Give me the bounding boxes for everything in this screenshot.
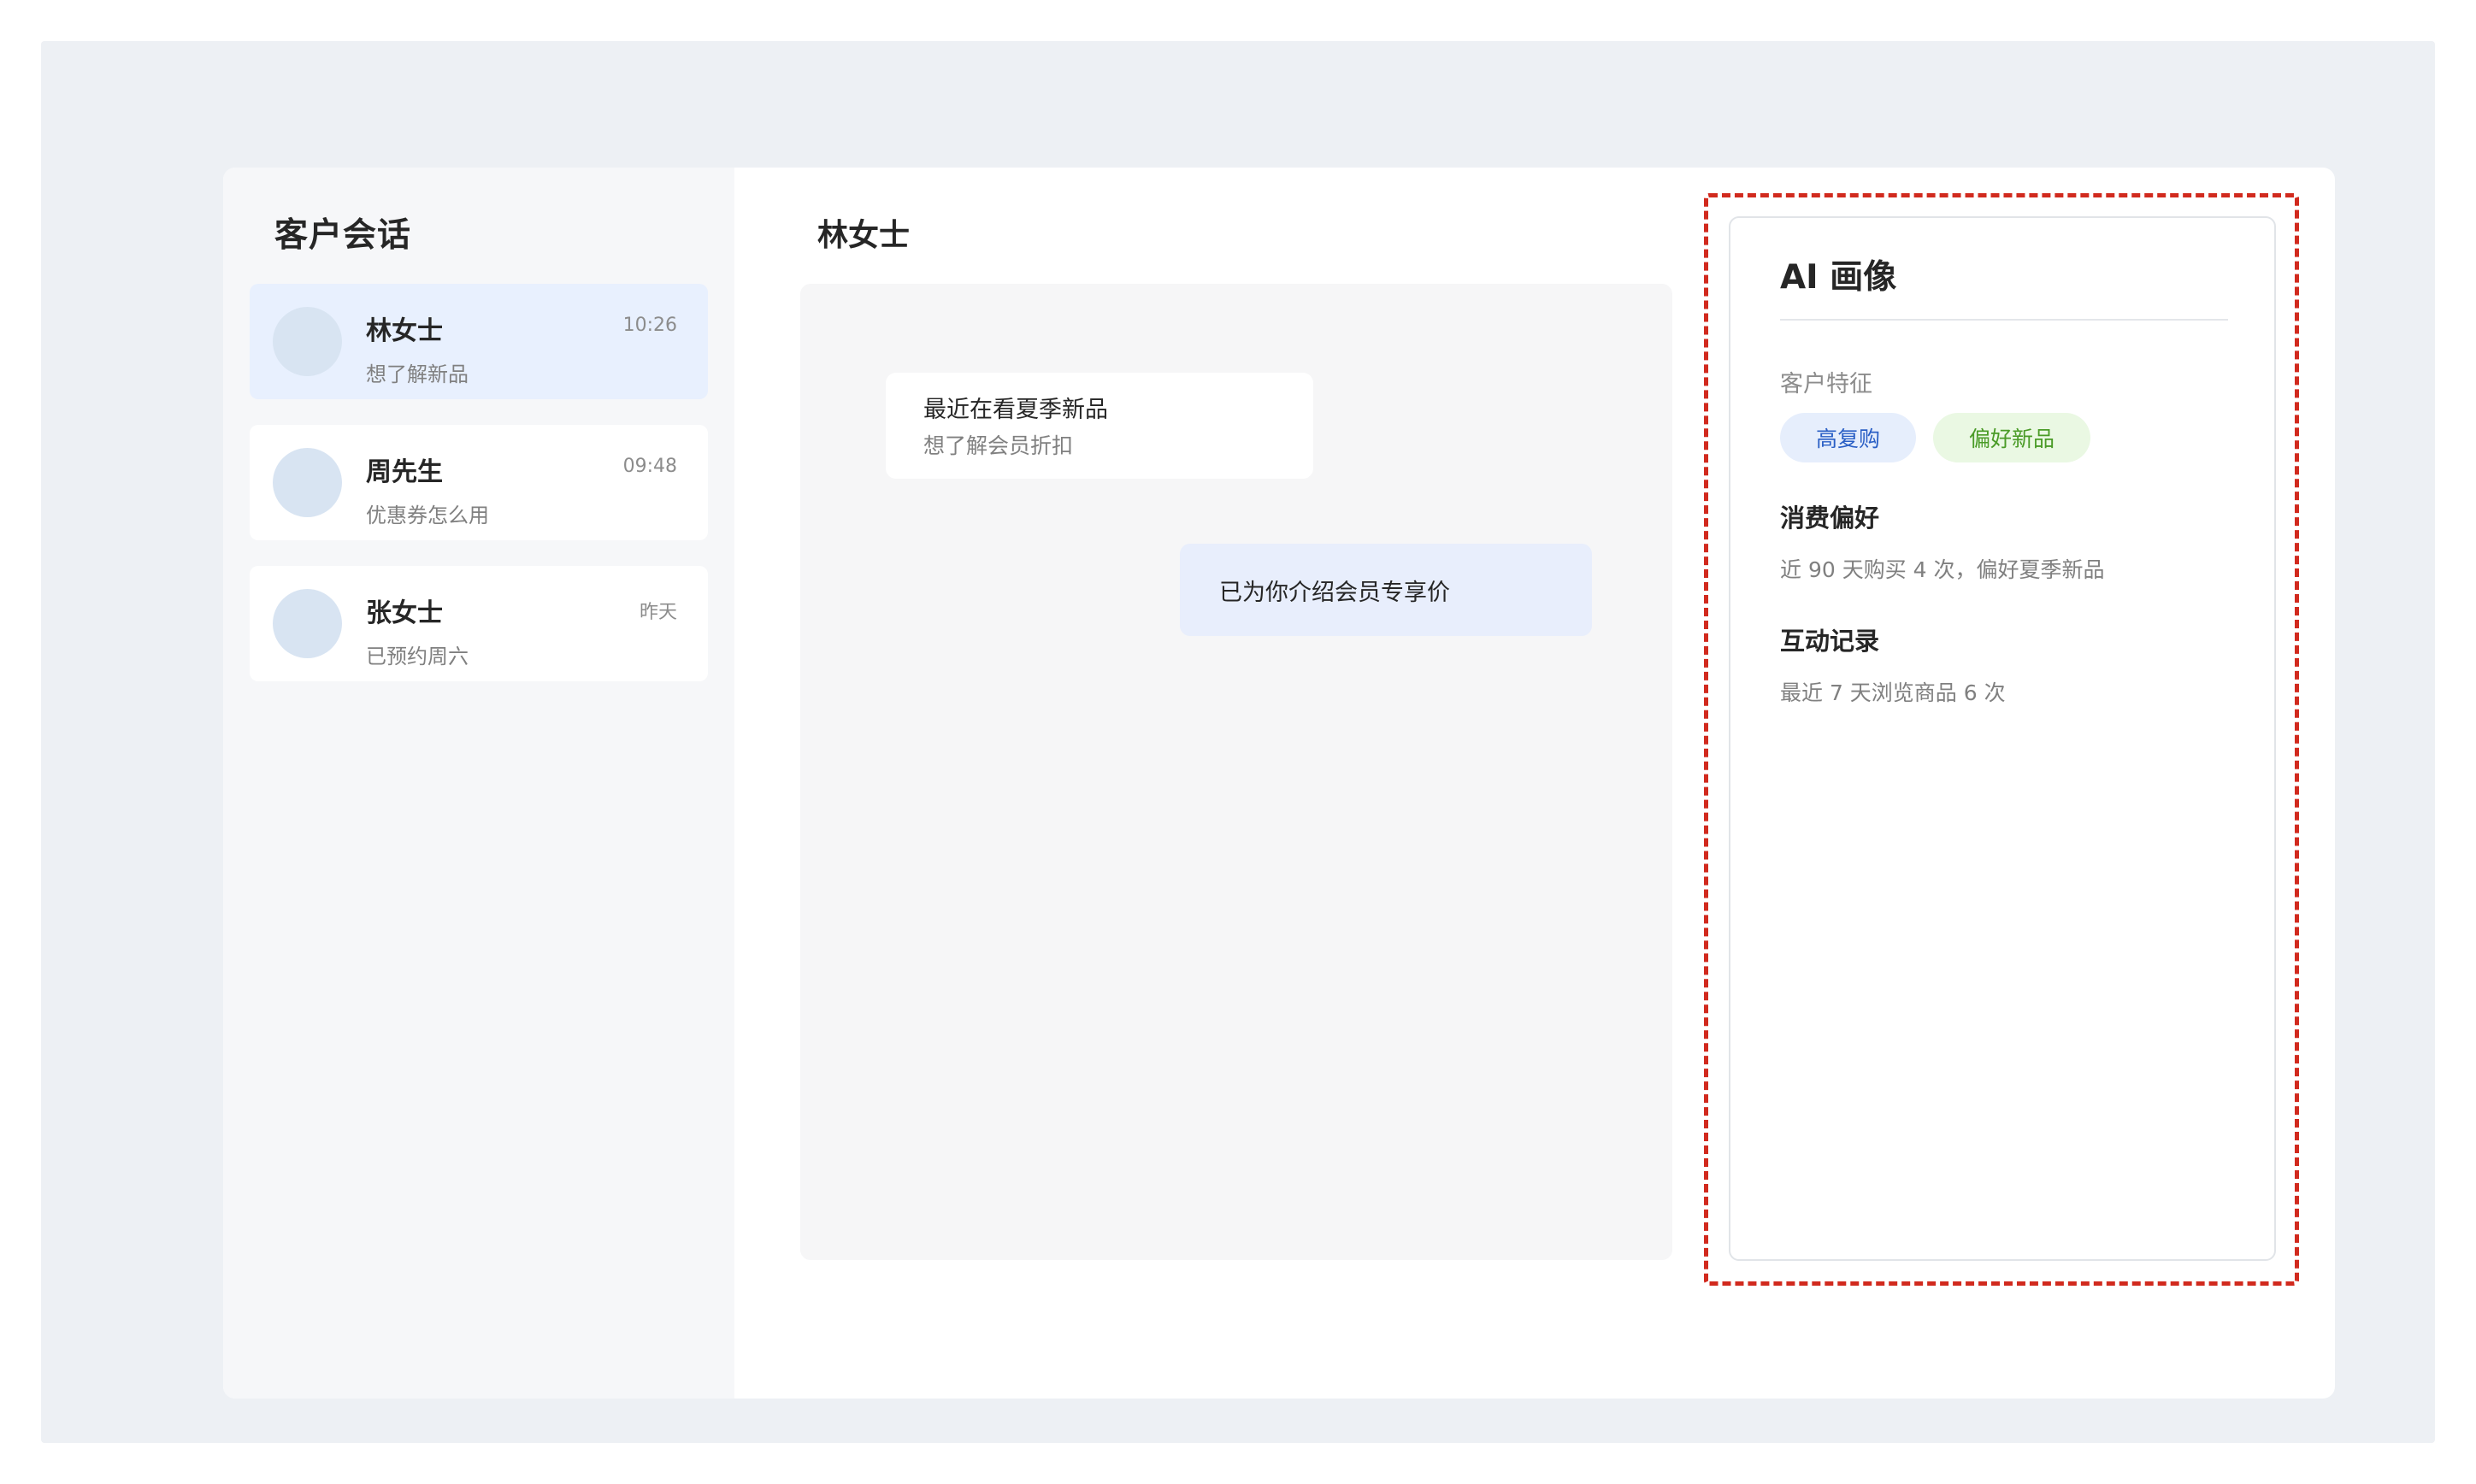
interaction-heading: 互动记录 [1780,627,1880,656]
sidebar-title: 客户会话 [274,216,412,255]
conversation-preview: 想了解新品 [366,362,469,386]
avatar [273,448,342,517]
conversation-name: 张女士 [366,598,443,628]
conversation-name: 周先生 [366,457,443,487]
preference-text: 近 90 天购买 4 次，偏好夏季新品 [1780,557,2105,582]
chat-message-area[interactable]: 最近在看夏季新品 想了解会员折扣 已为你介绍会员专享价 [800,284,1672,1260]
avatar [273,589,342,658]
conversation-list: 林女士 10:26 想了解新品 周先生 09:48 优惠券怎么用 张女士 昨天 … [250,284,708,707]
ai-profile-panel: AI 画像 客户特征 高复购 偏好新品 消费偏好 近 90 天购买 4 次，偏好… [1729,216,2276,1261]
ai-panel-title: AI 画像 [1780,258,1897,297]
interaction-text: 最近 7 天浏览商品 6 次 [1780,680,2006,705]
message-text: 已为你介绍会员专享价 [1219,579,1450,606]
conversation-name: 林女士 [366,316,443,346]
conversation-time: 10:26 [622,315,677,336]
screen-frame: 客户会话 林女士 10:26 想了解新品 周先生 09:48 优惠券怎么用 张女… [41,41,2435,1443]
conversation-sidebar: 客户会话 林女士 10:26 想了解新品 周先生 09:48 优惠券怎么用 张女… [223,168,734,1399]
message-text: 最近在看夏季新品 [923,397,1108,423]
conversation-item-lin[interactable]: 林女士 10:26 想了解新品 [250,284,708,399]
message-text: 想了解会员折扣 [923,433,1074,458]
conversation-item-zhou[interactable]: 周先生 09:48 优惠券怎么用 [250,425,708,540]
incoming-message-bubble: 最近在看夏季新品 想了解会员折扣 [886,373,1313,479]
app-window: 客户会话 林女士 10:26 想了解新品 周先生 09:48 优惠券怎么用 张女… [223,168,2335,1399]
conversation-preview: 优惠券怎么用 [366,504,489,527]
outgoing-message-bubble: 已为你介绍会员专享价 [1180,544,1592,636]
chat-title: 林女士 [817,218,911,253]
conversation-item-zhang[interactable]: 张女士 昨天 已预约周六 [250,566,708,681]
conversation-time: 昨天 [639,602,677,623]
conversation-preview: 已预约周六 [366,645,469,668]
conversation-time: 09:48 [622,456,677,477]
traits-label: 客户特征 [1780,371,1872,398]
preference-heading: 消费偏好 [1780,504,1880,533]
divider [1780,319,2228,321]
trait-tag: 高复购 [1780,413,1917,462]
trait-tags: 高复购 偏好新品 [1780,413,2091,462]
avatar [273,307,342,376]
trait-tag: 偏好新品 [1933,413,2091,462]
